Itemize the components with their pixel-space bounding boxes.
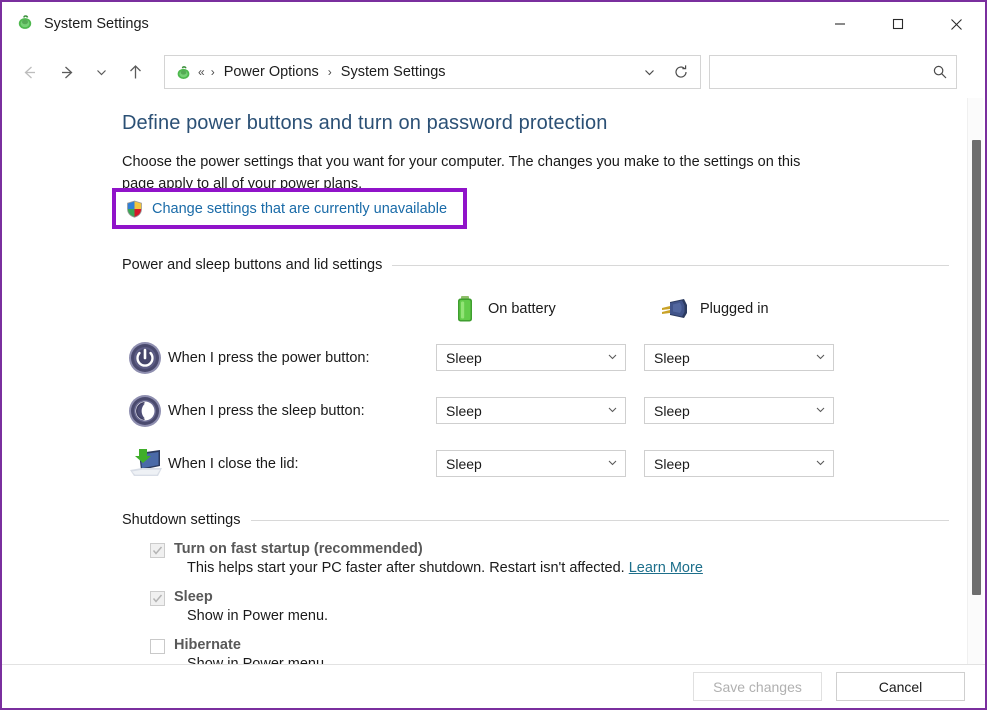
dropdown-value: Sleep [654, 455, 690, 472]
window-controls [811, 2, 985, 46]
scrollbar-thumb[interactable] [972, 140, 981, 595]
chevron-down-icon[interactable] [634, 57, 664, 87]
chevron-down-icon [815, 404, 826, 418]
maximize-button[interactable] [869, 2, 927, 46]
forward-button[interactable] [48, 53, 86, 91]
checkbox-row-hibernate[interactable]: Hibernate [122, 637, 949, 654]
title-bar-left: System Settings [2, 13, 149, 36]
column-header-plugged-in-label: Plugged in [700, 301, 769, 317]
breadcrumb-item-power-options[interactable]: Power Options [221, 62, 322, 82]
dropdown-value: Sleep [654, 402, 690, 419]
divider [250, 519, 949, 521]
dropdown-value: Sleep [654, 349, 690, 366]
chevron-down-icon [607, 351, 618, 365]
checkbox-label-sleep: Sleep [174, 589, 213, 605]
dropdown-value: Sleep [446, 455, 482, 472]
column-headers: On battery Plugged in [122, 287, 949, 331]
checkbox-label-hibernate: Hibernate [174, 637, 241, 653]
power-section-heading-label: Power and sleep buttons and lid settings [122, 257, 383, 273]
dropdown-close-lid-on-battery[interactable]: Sleep [436, 450, 626, 477]
breadcrumb-separator: › [210, 65, 215, 79]
setting-row: When I press the sleep button: Sleep Sle… [122, 384, 949, 437]
content-inner: Define power buttons and turn on passwor… [2, 98, 985, 668]
shutdown-options: Turn on fast startup (recommended) This … [122, 541, 949, 668]
power-options-icon [175, 64, 192, 81]
checkbox-sleep[interactable] [150, 591, 165, 606]
dropdown-value: Sleep [446, 402, 482, 419]
dropdown-value: Sleep [446, 349, 482, 366]
sleep-moon-icon [122, 393, 168, 429]
refresh-icon[interactable] [666, 57, 696, 87]
setting-label-close-lid: When I close the lid: [168, 455, 299, 472]
search-input[interactable] [720, 64, 932, 80]
column-header-plugged-in: Plugged in [660, 296, 769, 322]
shield-icon [126, 200, 143, 218]
checkbox-fast-startup[interactable] [150, 543, 165, 558]
dropdown-power-button-plugged-in[interactable]: Sleep [644, 344, 834, 371]
checkbox-description-sleep: Show in Power menu. [187, 608, 329, 624]
divider [392, 264, 949, 266]
checkbox-row-fast-startup[interactable]: Turn on fast startup (recommended) [122, 541, 949, 558]
dropdown-power-button-on-battery[interactable]: Sleep [436, 344, 626, 371]
chevron-down-icon [607, 457, 618, 471]
chevron-down-icon [607, 404, 618, 418]
checkbox-description-fast-startup: This helps start your PC faster after sh… [122, 560, 949, 576]
page-title: Define power buttons and turn on passwor… [122, 112, 608, 134]
window-title: System Settings [44, 16, 149, 32]
breadcrumb-overflow[interactable]: « [198, 65, 205, 79]
recent-locations-button[interactable] [86, 53, 116, 91]
search-icon[interactable] [932, 64, 948, 80]
back-button[interactable] [10, 53, 48, 91]
setting-label-sleep-button: When I press the sleep button: [168, 402, 365, 419]
power-section-heading: Power and sleep buttons and lid settings [122, 257, 949, 273]
dropdown-sleep-button-plugged-in[interactable]: Sleep [644, 397, 834, 424]
learn-more-link[interactable]: Learn More [629, 560, 703, 576]
column-header-on-battery-label: On battery [488, 301, 556, 317]
minimize-button[interactable] [811, 2, 869, 46]
up-button[interactable] [116, 53, 154, 91]
title-bar: System Settings [2, 2, 985, 46]
address-bar[interactable]: « › Power Options › System Settings [164, 55, 701, 89]
checkbox-description-text: This helps start your PC faster after sh… [187, 560, 625, 576]
navigation-bar: « › Power Options › System Settings [2, 46, 985, 98]
close-button[interactable] [927, 2, 985, 46]
change-settings-link-label: Change settings that are currently unava… [152, 200, 448, 217]
dropdown-sleep-button-on-battery[interactable]: Sleep [436, 397, 626, 424]
cancel-button[interactable]: Cancel [836, 672, 965, 701]
content-area: Define power buttons and turn on passwor… [2, 98, 985, 668]
breadcrumb-separator: › [327, 65, 332, 79]
vertical-scrollbar[interactable] [967, 98, 983, 668]
change-settings-highlight-box: Change settings that are currently unava… [112, 188, 467, 229]
save-changes-button[interactable]: Save changes [693, 672, 822, 701]
search-box[interactable] [709, 55, 957, 89]
battery-icon [452, 294, 478, 324]
power-button-icon [122, 340, 168, 376]
breadcrumb-item-system-settings[interactable]: System Settings [338, 62, 449, 82]
footer-actions: Save changes Cancel [2, 664, 985, 708]
setting-label-power-button: When I press the power button: [168, 349, 370, 366]
chevron-down-icon [815, 351, 826, 365]
breadcrumb: « › Power Options › System Settings [175, 62, 634, 82]
shutdown-section-heading-label: Shutdown settings [122, 512, 241, 528]
laptop-lid-icon [122, 446, 168, 482]
power-options-icon [16, 13, 34, 36]
checkbox-row-sleep[interactable]: Sleep [122, 589, 949, 606]
checkbox-hibernate[interactable] [150, 639, 165, 654]
change-settings-link[interactable]: Change settings that are currently unava… [116, 200, 447, 218]
checkbox-label-fast-startup: Turn on fast startup (recommended) [174, 541, 423, 557]
chevron-down-icon [815, 457, 826, 471]
power-plug-icon [660, 296, 690, 322]
dropdown-close-lid-plugged-in[interactable]: Sleep [644, 450, 834, 477]
system-settings-window: System Settings « › Power Options › Syst… [0, 0, 987, 710]
shutdown-section-heading: Shutdown settings [122, 512, 949, 528]
setting-row: When I close the lid: Sleep Sleep [122, 437, 949, 490]
setting-row: When I press the power button: Sleep Sle… [122, 331, 949, 384]
column-header-on-battery: On battery [452, 294, 660, 324]
address-bar-actions [634, 57, 696, 87]
